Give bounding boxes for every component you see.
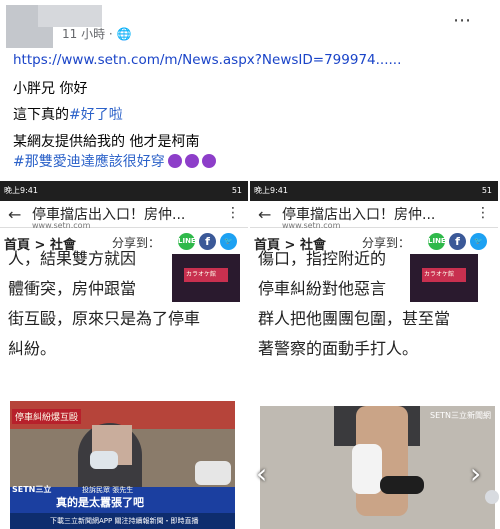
devil-emoji-icon [201,154,216,168]
article-line: 群人把他團團包圍，甚至當 [258,309,451,328]
hashtag-link[interactable]: #好了啦 [69,107,123,123]
globe-icon: 🌐 [116,27,132,41]
more-options-icon[interactable]: ⋯ [453,10,472,31]
watch-icon [485,490,499,504]
twitter-share-icon: 🐦 [220,233,237,250]
twitter-share-icon: 🐦 [470,233,487,250]
photo-watermark: SETN三立新聞網 [429,411,491,420]
knee-injury-photo: SETN三立新聞網 [260,406,495,529]
channel-logo: SETN三立 [12,485,52,494]
post-text-line: 這下真的#好了啦 [13,104,123,124]
post-text-fragment: 這下真的 [13,107,69,123]
battery-level: 51 [481,186,492,195]
post-image-2[interactable]: 晚上9:41 51 ← 停車擋店出入口！房仲... www.setn.com ⋮… [250,181,498,529]
ad-thumbnail: カラオケ館 [172,254,240,302]
browser-bar: ← 停車擋店出入口！房仲... www.setn.com ⋮ [250,201,498,230]
video-subtitle: 真的是太囂張了吧 [56,496,144,509]
facebook-share-icon: f [199,233,216,250]
next-photo-arrow-icon[interactable]: › [470,457,481,490]
article-line: 人，結果雙方就因 [8,249,137,268]
hashtag-link[interactable]: #那雙愛迪達應該很好穿 [13,154,165,170]
menu-icon: ⋮ [226,205,240,221]
status-time: 晚上9:41 [254,186,288,195]
post-text-line: 某網友提供給我的 他才是柯南 [13,134,200,150]
article-line: 傷口，指控附近的 [258,249,387,268]
page-url: www.setn.com [282,221,341,230]
menu-icon: ⋮ [476,205,490,221]
article-line: 著警察的面動手打人。 [258,339,419,358]
devil-emoji-icon [184,154,199,168]
phone-status-bar: 晚上9:41 51 [0,181,248,201]
previous-photo-arrow-icon[interactable]: ‹ [256,457,267,490]
facebook-share-icon: f [449,233,466,250]
post-text-line: #那雙愛迪達應該很好穿 [13,151,216,171]
post-image-1[interactable]: 晚上9:41 51 ← 停車擋店出入口！房仲... www.setn.com ⋮… [0,181,248,529]
news-link[interactable]: https://www.setn.com/m/News.aspx?NewsID=… [13,52,401,68]
article-line: 體衝突，房仲跟當 [8,279,137,298]
page-url: www.setn.com [32,221,91,230]
avatar[interactable] [6,5,102,48]
news-video-frame: 停車糾紛爆互毆 SETN三立 投訴民眾 張先生 真的是太囂張了吧 下載三立新聞網… [10,401,235,529]
browser-bar: ← 停車擋店出入口！房仲... www.setn.com ⋮ [0,201,248,230]
post-text-line: 小胖兄 你好 [13,81,88,97]
status-time: 晚上9:41 [4,186,38,195]
post-timestamp[interactable]: 11 小時 · 🌐 [62,25,132,42]
article-line: 糾紛。 [8,339,57,358]
back-arrow-icon: ← [258,205,272,224]
article-line: 停車糾紛對他惡言 [258,279,387,298]
video-banner: 停車糾紛爆互毆 [12,409,82,424]
article-line: 街互毆，原來只是為了停車 [8,309,201,328]
video-ticker: 下載三立新聞網APP 關注持續報新聞・即時直播 [10,513,235,529]
line-share-icon: LINE [428,233,446,250]
phone-status-bar: 晚上9:41 51 [250,181,498,201]
back-arrow-icon: ← [8,205,22,224]
ad-thumbnail: カラオケ館 [410,254,478,302]
line-share-icon: LINE [178,233,196,250]
battery-level: 51 [231,186,242,195]
devil-emoji-icon [167,154,182,168]
